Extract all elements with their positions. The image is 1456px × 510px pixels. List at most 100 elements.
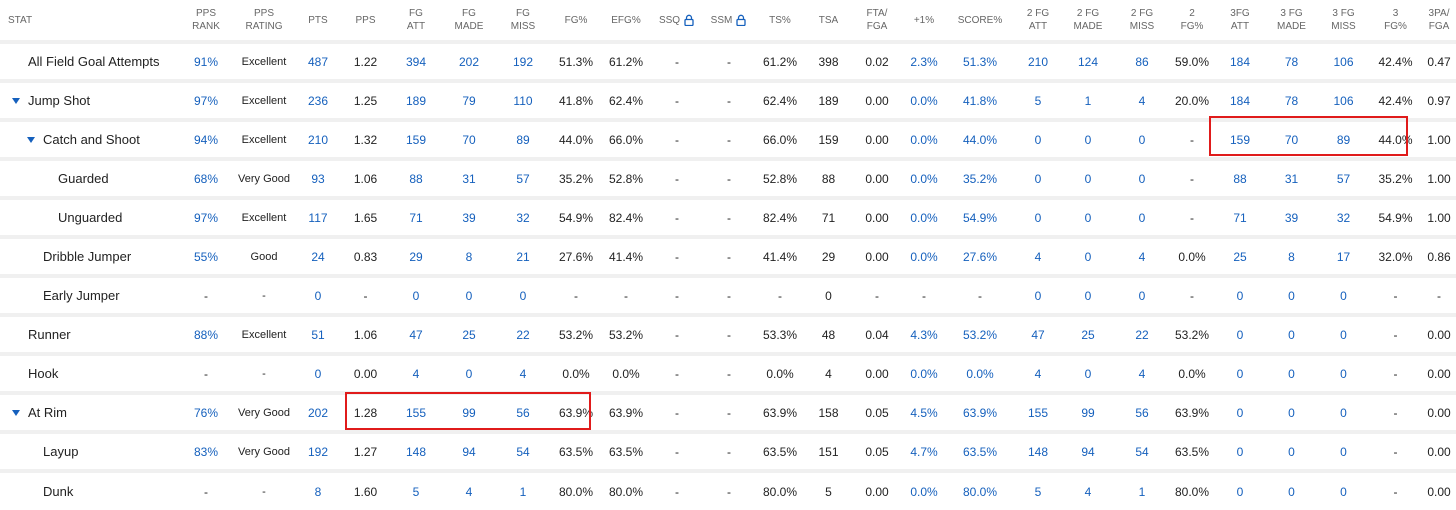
- cell-plus1[interactable]: 0.0%: [902, 157, 946, 198]
- column-header-fg2-pct[interactable]: 2 FG%: [1170, 0, 1214, 42]
- cell-score-pct[interactable]: 53.2%: [946, 313, 1014, 354]
- cell-plus1[interactable]: 4.5%: [902, 391, 946, 432]
- cell-pps-rank[interactable]: 97%: [178, 79, 234, 120]
- cell-fg3-made[interactable]: 78: [1266, 40, 1317, 81]
- cell-fg-att[interactable]: 4: [389, 352, 443, 393]
- cell-pps-rank[interactable]: 97%: [178, 196, 234, 237]
- cell-pts[interactable]: 24: [294, 235, 342, 276]
- cell-fg-miss[interactable]: 1: [495, 469, 551, 510]
- cell-fg3-made[interactable]: 0: [1266, 430, 1317, 471]
- cell-plus1[interactable]: 0.0%: [902, 352, 946, 393]
- cell-pts[interactable]: 0: [294, 352, 342, 393]
- cell-fg-att[interactable]: 88: [389, 157, 443, 198]
- cell-score-pct[interactable]: 51.3%: [946, 40, 1014, 81]
- cell-pps-rank[interactable]: 94%: [178, 118, 234, 159]
- column-header-stat[interactable]: STAT: [0, 0, 178, 42]
- cell-plus1[interactable]: 2.3%: [902, 40, 946, 81]
- cell-fg-miss[interactable]: 0: [495, 274, 551, 315]
- cell-fg3-att[interactable]: 0: [1214, 313, 1266, 354]
- column-header-fg-pct[interactable]: FG%: [551, 0, 601, 42]
- column-header-pa3-fga[interactable]: 3PA/FGA: [1421, 0, 1456, 42]
- cell-fg-made[interactable]: 8: [443, 235, 495, 276]
- column-header-fg-made[interactable]: FG MADE: [443, 0, 495, 42]
- caret-down-icon[interactable]: [12, 97, 20, 104]
- cell-fg-miss[interactable]: 4: [495, 352, 551, 393]
- cell-score-pct[interactable]: 80.0%: [946, 469, 1014, 510]
- cell-score-pct[interactable]: 54.9%: [946, 196, 1014, 237]
- table-row-jump-shot[interactable]: Jump Shot 97% Excellent 236 1.25 189 79 110 41.8…: [0, 79, 1456, 120]
- cell-pts[interactable]: 0: [294, 274, 342, 315]
- cell-fg3-miss[interactable]: 0: [1317, 352, 1370, 393]
- cell-fg-made[interactable]: 70: [443, 118, 495, 159]
- cell-fg3-att[interactable]: 71: [1214, 196, 1266, 237]
- cell-fg3-made[interactable]: 8: [1266, 235, 1317, 276]
- column-header-pts[interactable]: PTS: [294, 0, 342, 42]
- cell-pts[interactable]: 8: [294, 469, 342, 510]
- cell-fg-att[interactable]: 155: [389, 391, 443, 432]
- table-row-at-rim[interactable]: At Rim 76% Very Good 202 1.28 155 99 56 63.9% 63.…: [0, 391, 1456, 432]
- cell-fg-made[interactable]: 31: [443, 157, 495, 198]
- cell-pps-rank[interactable]: 83%: [178, 430, 234, 471]
- table-row-guarded[interactable]: Guarded 68% Very Good 93 1.06 88 31 57 35.2% 52.8…: [0, 157, 1456, 198]
- cell-fg3-miss[interactable]: 0: [1317, 274, 1370, 315]
- cell-fg2-att[interactable]: 0: [1014, 274, 1062, 315]
- table-row-all-field-goal-attempts[interactable]: All Field Goal Attempts 91% Excellent 487 1.…: [0, 40, 1456, 81]
- cell-pts[interactable]: 202: [294, 391, 342, 432]
- cell-fg3-att[interactable]: 184: [1214, 79, 1266, 120]
- cell-fg-miss[interactable]: 192: [495, 40, 551, 81]
- cell-fg3-att[interactable]: 0: [1214, 274, 1266, 315]
- cell-fg3-made[interactable]: 78: [1266, 79, 1317, 120]
- cell-fg2-miss[interactable]: 4: [1114, 352, 1170, 393]
- cell-fg3-made[interactable]: 0: [1266, 352, 1317, 393]
- cell-fg3-att[interactable]: 184: [1214, 40, 1266, 81]
- cell-fg3-att[interactable]: 0: [1214, 469, 1266, 510]
- cell-fg3-miss[interactable]: 106: [1317, 79, 1370, 120]
- cell-fg-att[interactable]: 71: [389, 196, 443, 237]
- cell-fg2-miss[interactable]: 0: [1114, 196, 1170, 237]
- cell-fg3-made[interactable]: 31: [1266, 157, 1317, 198]
- cell-fg3-miss[interactable]: 89: [1317, 118, 1370, 159]
- cell-score-pct[interactable]: 0.0%: [946, 352, 1014, 393]
- cell-fg2-made[interactable]: 4: [1062, 469, 1114, 510]
- cell-fg2-att[interactable]: 47: [1014, 313, 1062, 354]
- cell-fg2-att[interactable]: 155: [1014, 391, 1062, 432]
- cell-fg-made[interactable]: 202: [443, 40, 495, 81]
- cell-fg3-att[interactable]: 159: [1214, 118, 1266, 159]
- table-row-dunk[interactable]: Dunk - -8 1.60 5 4 1 80.0% 80.0% - -80.0% 5 0.00 0.0%…: [0, 469, 1456, 510]
- caret-down-icon[interactable]: [27, 136, 35, 143]
- cell-fg-miss[interactable]: 56: [495, 391, 551, 432]
- column-header-fg3-pct[interactable]: 3 FG%: [1370, 0, 1421, 42]
- table-row-layup[interactable]: Layup 83% Very Good 192 1.27 148 94 54 63.5% 63.5…: [0, 430, 1456, 471]
- cell-fg2-att[interactable]: 4: [1014, 235, 1062, 276]
- column-header-plus1[interactable]: +1%: [902, 0, 946, 42]
- cell-pps-rank[interactable]: 88%: [178, 313, 234, 354]
- cell-fg2-made[interactable]: 1: [1062, 79, 1114, 120]
- cell-fg-made[interactable]: 99: [443, 391, 495, 432]
- cell-fg3-att[interactable]: 0: [1214, 430, 1266, 471]
- cell-fg2-made[interactable]: 0: [1062, 352, 1114, 393]
- cell-pts[interactable]: 192: [294, 430, 342, 471]
- cell-fg3-made[interactable]: 0: [1266, 313, 1317, 354]
- cell-score-pct[interactable]: 27.6%: [946, 235, 1014, 276]
- cell-fg3-miss[interactable]: 17: [1317, 235, 1370, 276]
- cell-fg-att[interactable]: 29: [389, 235, 443, 276]
- cell-plus1[interactable]: 4.3%: [902, 313, 946, 354]
- row-label-cell[interactable]: Catch and Shoot: [0, 118, 178, 159]
- cell-score-pct[interactable]: 63.9%: [946, 391, 1014, 432]
- column-header-fta-fga[interactable]: FTA/FGA: [852, 0, 902, 42]
- cell-fg3-made[interactable]: 39: [1266, 196, 1317, 237]
- cell-plus1[interactable]: 0.0%: [902, 79, 946, 120]
- cell-fg-att[interactable]: 0: [389, 274, 443, 315]
- cell-fg2-miss[interactable]: 86: [1114, 40, 1170, 81]
- column-header-fg3-made[interactable]: 3 FG MADE: [1266, 0, 1317, 42]
- cell-fg-made[interactable]: 25: [443, 313, 495, 354]
- cell-score-pct[interactable]: 63.5%: [946, 430, 1014, 471]
- cell-fg2-made[interactable]: 0: [1062, 118, 1114, 159]
- column-header-score-pct[interactable]: SCORE%: [946, 0, 1014, 42]
- cell-fg-att[interactable]: 148: [389, 430, 443, 471]
- cell-fg2-miss[interactable]: 4: [1114, 79, 1170, 120]
- column-header-pps-rank[interactable]: PPS RANK: [178, 0, 234, 42]
- cell-fg2-att[interactable]: 0: [1014, 118, 1062, 159]
- cell-fg3-miss[interactable]: 0: [1317, 313, 1370, 354]
- cell-fg-made[interactable]: 39: [443, 196, 495, 237]
